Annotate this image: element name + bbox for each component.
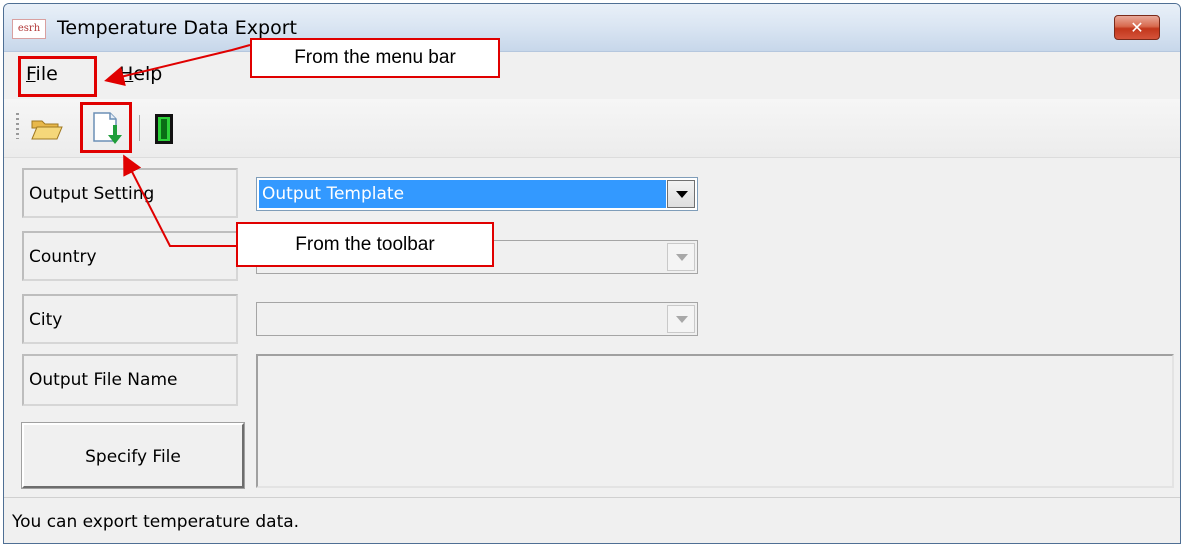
city-label-box: City bbox=[22, 294, 238, 344]
country-dropdown-button[interactable] bbox=[667, 243, 695, 271]
specify-file-label: Specify File bbox=[85, 447, 181, 467]
city-select[interactable] bbox=[256, 302, 698, 336]
toolbar bbox=[4, 99, 1180, 158]
city-dropdown-button[interactable] bbox=[667, 305, 695, 333]
status-bar: You can export temperature data. bbox=[4, 497, 1180, 543]
status-text: You can export temperature data. bbox=[12, 512, 300, 532]
chevron-down-icon bbox=[676, 316, 688, 323]
output-setting-select[interactable]: Output Template bbox=[256, 177, 698, 211]
country-label-box: Country bbox=[22, 231, 238, 281]
chevron-down-icon bbox=[676, 191, 688, 198]
title-bar: esrh Temperature Data Export ✕ bbox=[4, 4, 1180, 52]
toolbar-callout: From the toolbar bbox=[236, 222, 494, 267]
chevron-down-icon bbox=[676, 254, 688, 261]
output-file-name-label-box: Output File Name bbox=[22, 354, 238, 406]
window-title: Temperature Data Export bbox=[57, 17, 297, 39]
menu-help-rest: elp bbox=[133, 63, 163, 85]
country-label: Country bbox=[29, 247, 97, 267]
output-file-name-label: Output File Name bbox=[29, 370, 178, 390]
app-logo-icon: esrh bbox=[12, 19, 46, 39]
city-label: City bbox=[29, 310, 63, 330]
export-button-highlight bbox=[80, 102, 132, 153]
toolbar-separator bbox=[139, 115, 140, 141]
file-menu-highlight bbox=[18, 56, 97, 97]
output-setting-dropdown-button[interactable] bbox=[667, 180, 695, 208]
open-folder-icon[interactable] bbox=[30, 117, 64, 141]
output-setting-value: Output Template bbox=[259, 180, 666, 208]
exit-door-icon[interactable] bbox=[154, 113, 174, 145]
toolbar-grip[interactable] bbox=[16, 113, 19, 139]
export-window: esrh Temperature Data Export ✕ File Help bbox=[3, 3, 1181, 544]
output-setting-label-box: Output Setting bbox=[22, 168, 238, 218]
menu-help[interactable]: Help bbox=[119, 63, 162, 85]
output-file-name-field[interactable] bbox=[256, 354, 1174, 488]
output-setting-label: Output Setting bbox=[29, 184, 155, 204]
menu-help-accel: H bbox=[119, 63, 134, 85]
specify-file-button[interactable]: Specify File bbox=[21, 422, 245, 489]
menu-bar: File Help bbox=[4, 52, 1180, 96]
close-button[interactable]: ✕ bbox=[1114, 15, 1160, 40]
menu-bar-callout: From the menu bar bbox=[250, 38, 500, 78]
